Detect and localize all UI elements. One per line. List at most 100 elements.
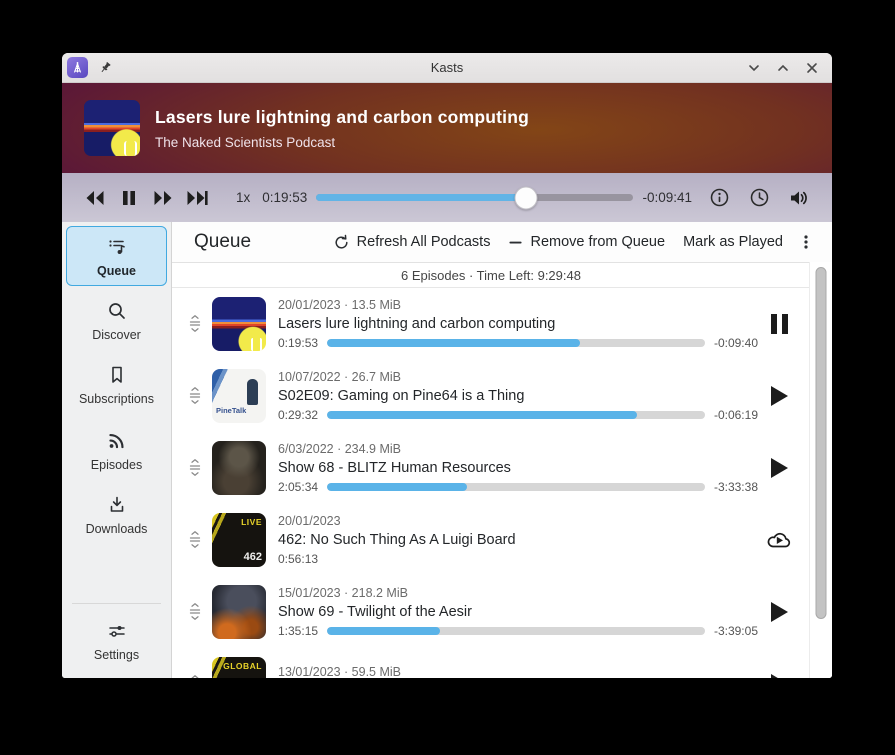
broadcast-tower-icon xyxy=(74,62,81,73)
episode-info-button[interactable] xyxy=(702,181,736,215)
seek-slider[interactable] xyxy=(316,186,634,209)
episode-date-size: 10/07/2022 · 26.7 MiB xyxy=(278,370,401,384)
remaining-time: -0:09:41 xyxy=(642,190,692,205)
sidebar-item-label: Discover xyxy=(92,328,141,342)
remove-from-queue-button[interactable]: Remove from Queue xyxy=(499,229,674,255)
episode-progress-track[interactable] xyxy=(327,411,705,419)
minus-icon xyxy=(509,241,523,243)
elapsed-time: 0:19:53 xyxy=(262,190,308,205)
episode-row[interactable]: 20/01/2023 · 13.5 MiB Lasers lure lightn… xyxy=(172,288,810,360)
refresh-all-podcasts-label: Refresh All Podcasts xyxy=(356,234,491,250)
episode-progress-fill xyxy=(327,483,467,491)
seek-backward-button[interactable] xyxy=(78,181,112,215)
scrollbar-thumb[interactable] xyxy=(815,267,827,619)
overflow-menu-button[interactable] xyxy=(792,228,820,256)
seek-slider-handle[interactable] xyxy=(514,186,538,209)
sidebar-item-downloads[interactable]: Downloads xyxy=(66,484,167,544)
seek-forward-button[interactable] xyxy=(146,181,180,215)
pause-button[interactable] xyxy=(112,181,146,215)
episode-action-button[interactable] xyxy=(758,314,800,334)
drag-handle-icon[interactable] xyxy=(184,314,206,334)
episode-action-button[interactable] xyxy=(758,674,800,678)
titlebar[interactable]: Kasts xyxy=(62,53,832,83)
episode-thumbnail: PineTalk xyxy=(212,369,266,423)
episode-row[interactable]: LIVE 462 20/01/2023 462: No Such Thing A… xyxy=(172,504,810,576)
episode-row[interactable]: GLOBAL 13/01/2023 · 59.5 MiB 461: No Suc… xyxy=(172,648,810,678)
episode-row[interactable]: PineTalk 10/07/2022 · 26.7 MiB S02E09: G… xyxy=(172,360,810,432)
episode-row[interactable]: 15/01/2023 · 218.2 MiB Show 69 - Twiligh… xyxy=(172,576,810,648)
sidebar-divider xyxy=(72,603,161,604)
drag-handle-icon[interactable] xyxy=(184,602,206,622)
now-playing-podcast-title: The Naked Scientists Podcast xyxy=(155,134,336,150)
episode-action-button[interactable] xyxy=(758,386,800,406)
episode-title: Lasers lure lightning and carbon computi… xyxy=(278,316,556,332)
remove-from-queue-label: Remove from Queue xyxy=(530,234,666,250)
episode-elapsed: 0:56:13 xyxy=(278,552,319,566)
drag-handle-icon[interactable] xyxy=(184,674,206,678)
scrollbar-track[interactable] xyxy=(809,262,832,678)
episode-list: 20/01/2023 · 13.5 MiB Lasers lure lightn… xyxy=(172,288,810,678)
close-button[interactable] xyxy=(802,58,822,78)
episode-date-size: 20/01/2023 xyxy=(278,514,341,528)
episode-date-size: 20/01/2023 · 13.5 MiB xyxy=(278,298,401,312)
episode-row[interactable]: 6/03/2022 · 234.9 MiB Show 68 - BLITZ Hu… xyxy=(172,432,810,504)
search-icon xyxy=(108,303,125,319)
episode-action-button[interactable] xyxy=(758,458,800,478)
episode-elapsed: 0:29:32 xyxy=(278,408,319,422)
episode-title: S02E09: Gaming on Pine64 is a Thing xyxy=(278,388,525,404)
episode-progress-track[interactable] xyxy=(327,627,705,635)
episode-remaining: -3:39:05 xyxy=(713,624,758,638)
episode-thumbnail: GLOBAL xyxy=(212,657,266,678)
now-playing-header[interactable]: Lasers lure lightning and carbon computi… xyxy=(62,83,832,173)
episode-progress-track[interactable] xyxy=(327,483,705,491)
drag-handle-icon[interactable] xyxy=(184,458,206,478)
now-playing-episode-title: Lasers lure lightning and carbon computi… xyxy=(155,106,529,127)
sidebar-item-queue[interactable]: Queue xyxy=(66,226,167,286)
sidebar-item-settings[interactable]: Settings xyxy=(66,610,167,670)
sidebar-item-discover[interactable]: Discover xyxy=(66,290,167,350)
download-icon xyxy=(110,496,123,512)
page-title: Queue xyxy=(194,231,252,252)
episode-elapsed: 1:35:15 xyxy=(278,624,319,638)
mark-as-played-label: Mark as Played xyxy=(683,234,783,250)
maximize-button[interactable] xyxy=(773,58,793,78)
refresh-all-podcasts-button[interactable]: Refresh All Podcasts xyxy=(324,229,500,256)
seek-slider-track[interactable] xyxy=(316,194,634,201)
minimize-button[interactable] xyxy=(744,58,764,78)
skip-forward-button[interactable] xyxy=(180,181,214,215)
drag-handle-icon[interactable] xyxy=(184,386,206,406)
rss-icon xyxy=(108,434,124,449)
pause-icon xyxy=(770,314,788,334)
volume-button[interactable] xyxy=(782,181,816,215)
episode-date-size: 13/01/2023 · 59.5 MiB xyxy=(278,665,401,678)
drag-handle-icon[interactable] xyxy=(184,530,206,550)
configure-sliders-icon xyxy=(108,626,125,637)
episode-progress-row: 0:19:53 -0:09:40 xyxy=(278,336,758,350)
episode-progress-fill xyxy=(327,411,637,419)
play-icon xyxy=(770,386,788,406)
episode-progress-track[interactable] xyxy=(327,339,705,347)
queue-summary: 6 Episodes · Time Left: 9:29:48 xyxy=(172,263,810,288)
sidebar-item-label: Episodes xyxy=(90,458,143,472)
play-icon xyxy=(770,674,788,678)
mark-as-played-button[interactable]: Mark as Played xyxy=(674,229,792,255)
episode-action-button[interactable] xyxy=(758,602,800,622)
episode-action-button[interactable] xyxy=(758,528,800,552)
vertical-ellipsis-icon xyxy=(804,235,808,249)
playlist-queue-icon xyxy=(108,240,125,254)
sleep-timer-button[interactable] xyxy=(742,181,776,215)
episode-title: Show 69 - Twilight of the Aesir xyxy=(278,604,472,620)
pin-icon[interactable] xyxy=(98,60,113,75)
playback-speed[interactable]: 1x xyxy=(236,190,250,205)
episode-remaining: -3:33:38 xyxy=(713,480,758,494)
sidebar-item-label: Settings xyxy=(93,648,140,662)
podcast-artwork xyxy=(84,100,140,156)
sidebar: Queue Discover Subscriptions Episodes Do… xyxy=(62,222,172,678)
queue-toolbar: Queue Refresh All Podcasts Remove from Q… xyxy=(172,222,832,263)
episode-title: 462: No Such Thing As A Luigi Board xyxy=(278,532,516,548)
sidebar-item-subscriptions[interactable]: Subscriptions xyxy=(66,354,167,414)
seek-slider-fill xyxy=(316,194,526,201)
player-bar: 1x 0:19:53 -0:09:41 xyxy=(62,173,832,222)
sidebar-item-episodes[interactable]: Episodes xyxy=(66,418,167,480)
episode-progress-row: 0:56:13 xyxy=(278,552,758,566)
